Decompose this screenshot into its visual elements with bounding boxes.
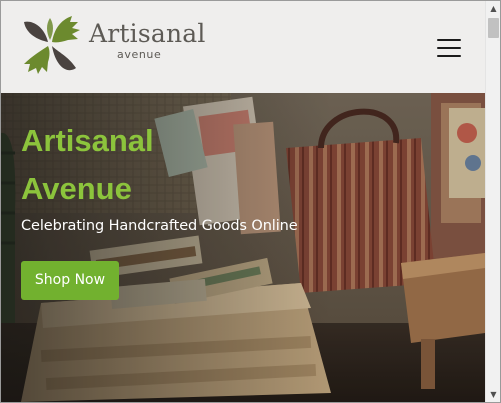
brand-name[interactable]: Artisanal (89, 19, 206, 48)
vertical-scrollbar[interactable]: ▲ ▼ (485, 1, 500, 402)
browser-viewport: Artisanal avenue Artisanal Avenue Celebr… (0, 0, 501, 403)
scroll-down-arrow-icon[interactable]: ▼ (486, 387, 500, 402)
brand-subtitle: avenue (117, 48, 162, 61)
hero-title: Artisanal Avenue (21, 117, 154, 213)
hero-section: Artisanal Avenue Celebrating Handcrafted… (1, 93, 485, 402)
hamburger-menu-icon[interactable] (437, 39, 461, 57)
leaf-logo-icon[interactable] (20, 12, 84, 76)
site-header: Artisanal avenue (1, 1, 485, 93)
scroll-up-arrow-icon[interactable]: ▲ (486, 1, 500, 16)
hero-title-line1: Artisanal (21, 123, 154, 158)
hero-title-line2: Avenue (21, 171, 132, 206)
scrollbar-thumb[interactable] (488, 18, 499, 38)
hero-tagline: Celebrating Handcrafted Goods Online (21, 218, 298, 234)
shop-now-button[interactable]: Shop Now (21, 261, 119, 300)
